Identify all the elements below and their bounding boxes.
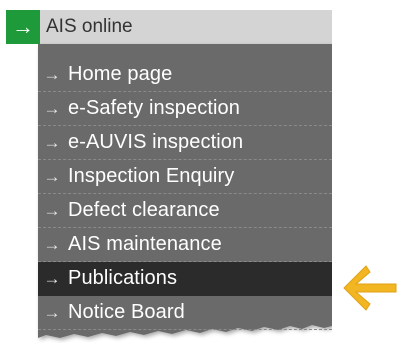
menu-item-home-page[interactable]: → Home page (38, 58, 332, 92)
menu-item-label: Notice Board (68, 301, 185, 323)
right-arrow-icon: → (43, 234, 61, 254)
right-arrow-icon: → (43, 268, 61, 288)
right-arrow-icon: → (43, 200, 61, 220)
menu-item-inspection-enquiry[interactable]: → Inspection Enquiry (38, 160, 332, 194)
header-arrow-icon: → (6, 10, 40, 44)
ais-online-menu: → AIS online → Home page → e-Safety inspect… (6, 8, 332, 343)
menu-item-e-safety-inspection[interactable]: → e-Safety inspection (38, 92, 332, 126)
right-arrow-icon: → (43, 98, 61, 118)
menu-item-label: Home page (68, 63, 173, 85)
menu-items: → Home page → e-Safety inspection → e-AUVIS i… (38, 58, 332, 330)
menu-title: AIS online (46, 16, 133, 37)
menu-item-publications[interactable]: → Publications (38, 262, 332, 296)
right-arrow-icon: → (43, 64, 61, 84)
menu-header[interactable]: → AIS online (6, 10, 332, 44)
menu-item-label: Publications (68, 267, 178, 289)
menu-item-label: e-Safety inspection (68, 97, 240, 119)
right-arrow-icon: → (43, 166, 61, 186)
menu-item-e-auvis-inspection[interactable]: → e-AUVIS inspection (38, 126, 332, 160)
menu-item-notice-board[interactable]: → Notice Board (38, 296, 332, 330)
menu-item-label: e-AUVIS inspection (68, 131, 244, 153)
left-arrow-callout-icon (343, 265, 397, 311)
arrow-glyph: → (12, 14, 34, 39)
menu-item-label: AIS maintenance (68, 233, 222, 255)
screenshot-stage: → AIS online → Home page → e-Safety inspect… (0, 0, 403, 358)
menu-item-ais-maintenance[interactable]: → AIS maintenance (38, 228, 332, 262)
menu-item-label: Inspection Enquiry (68, 165, 235, 187)
right-arrow-icon: → (43, 302, 61, 322)
menu-item-label: Defect clearance (68, 199, 220, 221)
right-arrow-icon: → (43, 132, 61, 152)
menu-item-defect-clearance[interactable]: → Defect clearance (38, 194, 332, 228)
